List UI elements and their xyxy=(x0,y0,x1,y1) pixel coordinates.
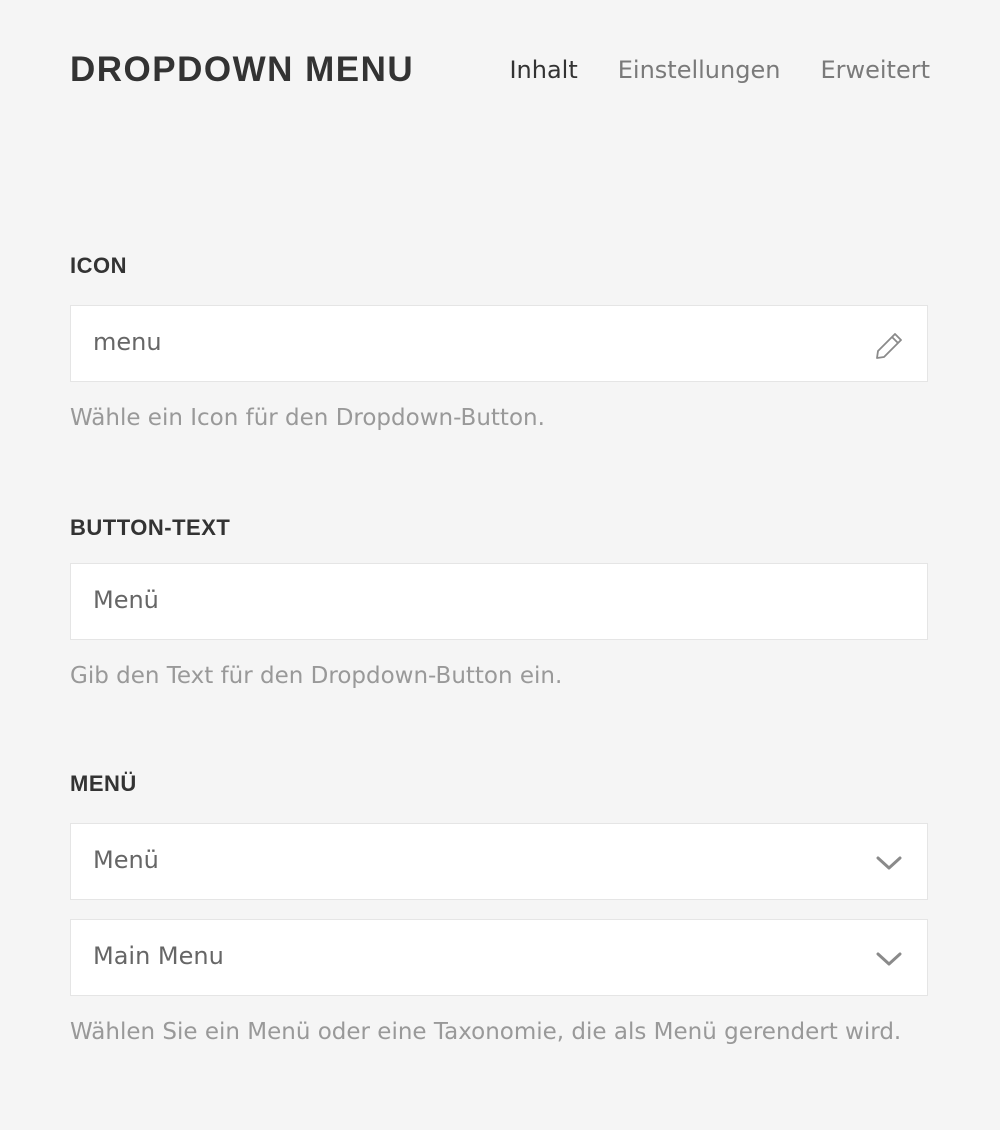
menu-type-select[interactable]: Menü xyxy=(70,823,928,900)
tab-einstellungen[interactable]: Einstellungen xyxy=(618,56,781,84)
menu-type-value: Menü xyxy=(93,846,159,874)
page-title: DROPDOWN MENU xyxy=(70,50,415,89)
button-text-value: Menü xyxy=(93,586,159,614)
icon-picker-field[interactable]: menu xyxy=(70,305,928,382)
button-text-help-text: Gib den Text für den Dropdown-Button ein… xyxy=(70,663,563,689)
button-text-input[interactable]: Menü xyxy=(70,563,928,640)
button-text-field-label: BUTTON-TEXT xyxy=(70,515,231,540)
menu-help-text: Wählen Sie ein Menü oder eine Taxonomie,… xyxy=(70,1019,902,1045)
chevron-down-icon xyxy=(873,847,905,879)
menu-select[interactable]: Main Menu xyxy=(70,919,928,996)
menu-select-value: Main Menu xyxy=(93,942,224,970)
tab-erweitert[interactable]: Erweitert xyxy=(820,56,930,84)
chevron-down-icon xyxy=(873,943,905,975)
icon-picker-value: menu xyxy=(93,328,162,356)
tab-bar: Inhalt Einstellungen Erweitert xyxy=(509,56,930,84)
tab-inhalt[interactable]: Inhalt xyxy=(509,56,577,84)
pencil-icon[interactable] xyxy=(873,330,905,362)
icon-field-label: ICON xyxy=(70,253,127,278)
header: DROPDOWN MENU Inhalt Einstellungen Erwei… xyxy=(70,44,930,100)
menu-field-label: MENÜ xyxy=(70,771,137,796)
icon-help-text: Wähle ein Icon für den Dropdown-Button. xyxy=(70,405,545,431)
